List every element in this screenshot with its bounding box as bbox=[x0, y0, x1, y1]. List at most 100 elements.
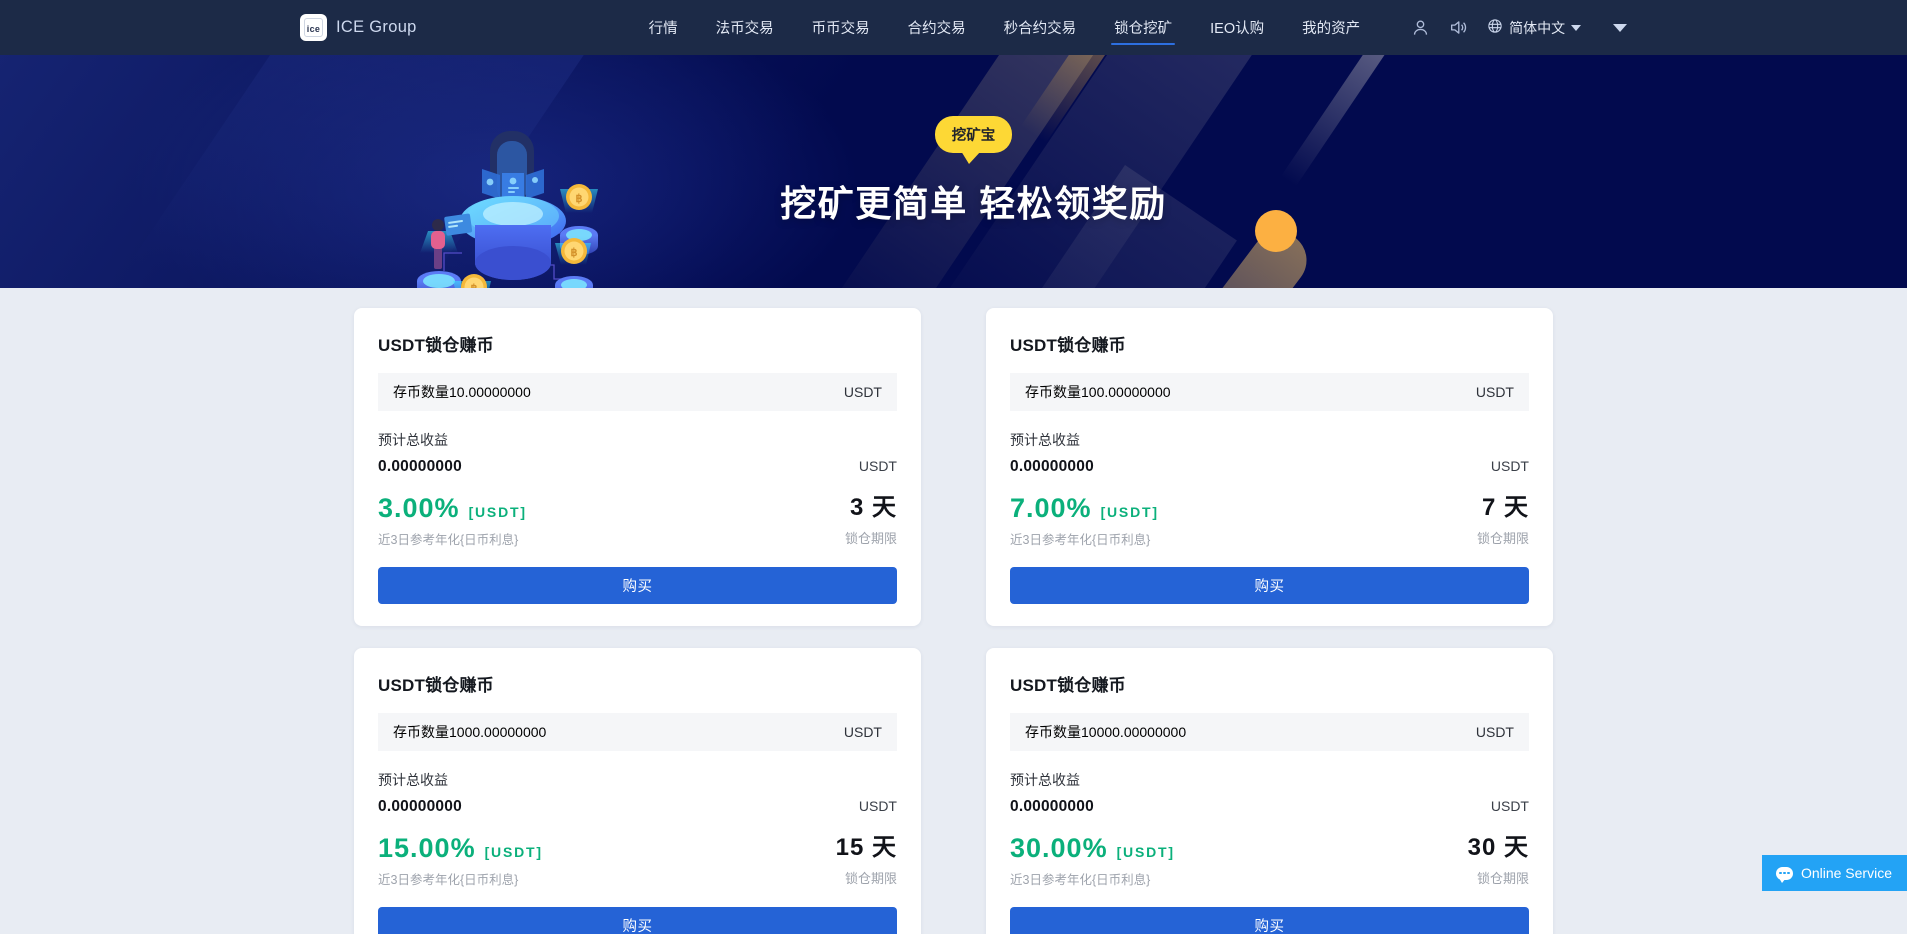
lock-days: 15 天 bbox=[835, 834, 897, 861]
rate-symbol: [USDT] bbox=[484, 844, 543, 860]
menu-chevron-down-icon[interactable] bbox=[1613, 23, 1628, 32]
rate-note: 近3日参考年化{日币利息} bbox=[378, 533, 519, 547]
lock-days: 30 天 bbox=[1467, 834, 1529, 861]
profit-value: 0.00000000 bbox=[378, 798, 462, 815]
profit-value: 0.00000000 bbox=[378, 458, 462, 475]
deposit-amount-placeholder: 存币数量100.00000000 bbox=[1025, 384, 1171, 400]
mining-card: USDT锁仓赚币 存币数量100.00000000 USDT 预计总收益 0.0… bbox=[986, 308, 1553, 626]
sound-icon[interactable] bbox=[1439, 0, 1477, 55]
brand-name: ICE Group bbox=[336, 18, 417, 36]
chevron-down-icon bbox=[1571, 24, 1582, 31]
duration-block: 30 天 锁仓期限 bbox=[1468, 835, 1529, 887]
ice-logo-icon: ice bbox=[300, 14, 327, 41]
profit-value: 0.00000000 bbox=[1010, 798, 1094, 815]
deposit-amount-input[interactable]: 存币数量10.00000000 USDT bbox=[378, 373, 897, 411]
banner-headline: 挖矿更简单 轻松领奖励 bbox=[780, 183, 1167, 224]
mining-card: USDT锁仓赚币 存币数量10.00000000 USDT 预计总收益 0.00… bbox=[354, 308, 921, 626]
rate-percent: 3.00% bbox=[378, 493, 460, 523]
rate-main: 7.00% [USDT] bbox=[1010, 495, 1159, 522]
main-nav: 行情 法币交易 币币交易 合约交易 秒合约交易 锁仓挖矿 IEO认购 我的资产 bbox=[630, 0, 1379, 55]
profit-row: 0.00000000 USDT bbox=[378, 798, 897, 816]
rate-row: 3.00% [USDT] 近3日参考年化{日币利息} 3 天 锁仓期限 bbox=[378, 495, 897, 548]
header-actions: 简体中文 bbox=[1401, 0, 1628, 55]
rate-symbol: [USDT] bbox=[468, 504, 527, 520]
nav-item-coin-trade[interactable]: 币币交易 bbox=[793, 0, 889, 55]
rate-symbol: [USDT] bbox=[1100, 504, 1159, 520]
profit-label: 预计总收益 bbox=[378, 772, 448, 788]
duration-block: 7 天 锁仓期限 bbox=[1477, 495, 1529, 547]
deposit-amount-input[interactable]: 存币数量1000.00000000 USDT bbox=[378, 713, 897, 751]
language-label: 简体中文 bbox=[1509, 19, 1566, 36]
buy-button[interactable]: 购买 bbox=[1010, 567, 1529, 604]
nav-item-contract-trade[interactable]: 合约交易 bbox=[889, 0, 985, 55]
rate-main: 3.00% [USDT] bbox=[378, 495, 527, 522]
lock-days: 3 天 bbox=[849, 494, 897, 521]
duration-block: 3 天 锁仓期限 bbox=[845, 495, 897, 547]
lock-days: 7 天 bbox=[1481, 494, 1529, 521]
profit-row: 0.00000000 USDT bbox=[378, 458, 897, 476]
online-service-label: Online Service bbox=[1800, 865, 1892, 881]
profit-label: 预计总收益 bbox=[378, 432, 448, 448]
lock-days-label: 锁仓期限 bbox=[1476, 871, 1529, 887]
profit-label: 预计总收益 bbox=[1010, 432, 1080, 448]
rate-percent: 30.00% bbox=[1010, 833, 1108, 863]
rate-block: 30.00% [USDT] 近3日参考年化{日币利息} bbox=[1010, 835, 1175, 888]
profit-value: 0.00000000 bbox=[1010, 458, 1094, 475]
deposit-amount-placeholder: 存币数量1000.00000000 bbox=[393, 724, 547, 740]
mining-card: USDT锁仓赚币 存币数量10000.00000000 USDT 预计总收益 0… bbox=[986, 648, 1553, 934]
rate-main: 15.00% [USDT] bbox=[378, 835, 543, 862]
ice-logo-text: ice bbox=[304, 18, 323, 37]
rate-note: 近3日参考年化{日币利息} bbox=[378, 873, 519, 887]
main-content: USDT锁仓赚币 存币数量10.00000000 USDT 预计总收益 0.00… bbox=[0, 288, 1907, 934]
profit-unit: USDT bbox=[1490, 458, 1529, 474]
rate-row: 15.00% [USDT] 近3日参考年化{日币利息} 15 天 锁仓期限 bbox=[378, 835, 897, 888]
online-service-button[interactable]: Online Service bbox=[1761, 855, 1907, 891]
deposit-amount-unit: USDT bbox=[1475, 724, 1514, 740]
nav-item-ieo[interactable]: IEO认购 bbox=[1191, 0, 1283, 55]
profit-unit: USDT bbox=[858, 798, 897, 814]
profit-unit: USDT bbox=[1490, 798, 1529, 814]
profit-unit: USDT bbox=[858, 458, 897, 474]
card-title: USDT锁仓赚币 bbox=[1010, 336, 1126, 355]
banner-badge: 挖矿宝 bbox=[934, 116, 1013, 164]
deposit-amount-unit: USDT bbox=[1475, 384, 1514, 400]
brand-logo-group[interactable]: ice ICE Group bbox=[300, 14, 417, 41]
rate-main: 30.00% [USDT] bbox=[1010, 835, 1175, 862]
rate-row: 30.00% [USDT] 近3日参考年化{日币利息} 30 天 锁仓期限 bbox=[1010, 835, 1529, 888]
lock-days-label: 锁仓期限 bbox=[844, 871, 897, 887]
nav-item-market[interactable]: 行情 bbox=[630, 0, 697, 55]
lock-days-label: 锁仓期限 bbox=[1476, 531, 1529, 547]
deposit-amount-input[interactable]: 存币数量10000.00000000 USDT bbox=[1010, 713, 1529, 751]
site-header: ice ICE Group 行情 法币交易 币币交易 合约交易 秒合约交易 锁仓… bbox=[0, 0, 1907, 55]
card-title: USDT锁仓赚币 bbox=[378, 336, 494, 355]
user-icon[interactable] bbox=[1401, 0, 1439, 55]
buy-button[interactable]: 购买 bbox=[378, 567, 897, 604]
deposit-amount-placeholder: 存币数量10.00000000 bbox=[393, 384, 531, 400]
rate-note: 近3日参考年化{日币利息} bbox=[1010, 533, 1151, 547]
nav-item-fiat-trade[interactable]: 法币交易 bbox=[697, 0, 793, 55]
deposit-amount-input[interactable]: 存币数量100.00000000 USDT bbox=[1010, 373, 1529, 411]
duration-block: 15 天 锁仓期限 bbox=[836, 835, 897, 887]
deposit-amount-placeholder: 存币数量10000.00000000 bbox=[1025, 724, 1187, 740]
mining-card: USDT锁仓赚币 存币数量1000.00000000 USDT 预计总收益 0.… bbox=[354, 648, 921, 934]
rate-percent: 7.00% bbox=[1010, 493, 1092, 523]
hero-banner: ฿ ฿ ฿ 挖矿宝 挖矿更简单 轻松领奖励 bbox=[0, 55, 1907, 288]
nav-item-second-contract[interactable]: 秒合约交易 bbox=[985, 0, 1096, 55]
buy-button[interactable]: 购买 bbox=[1010, 907, 1529, 934]
nav-item-my-assets[interactable]: 我的资产 bbox=[1283, 0, 1379, 55]
rate-block: 7.00% [USDT] 近3日参考年化{日币利息} bbox=[1010, 495, 1159, 548]
chat-bubble-icon bbox=[1775, 866, 1793, 883]
card-title: USDT锁仓赚币 bbox=[1010, 676, 1126, 695]
mining-product-grid: USDT锁仓赚币 存币数量10.00000000 USDT 预计总收益 0.00… bbox=[354, 308, 1553, 934]
profit-row: 0.00000000 USDT bbox=[1010, 458, 1529, 476]
buy-button[interactable]: 购买 bbox=[378, 907, 897, 934]
deposit-amount-unit: USDT bbox=[843, 724, 882, 740]
rate-symbol: [USDT] bbox=[1116, 844, 1175, 860]
nav-item-lock-mining[interactable]: 锁仓挖矿 bbox=[1095, 0, 1191, 55]
rate-row: 7.00% [USDT] 近3日参考年化{日币利息} 7 天 锁仓期限 bbox=[1010, 495, 1529, 548]
card-title: USDT锁仓赚币 bbox=[378, 676, 494, 695]
profit-row: 0.00000000 USDT bbox=[1010, 798, 1529, 816]
globe-icon bbox=[1487, 18, 1503, 37]
rate-block: 15.00% [USDT] 近3日参考年化{日币利息} bbox=[378, 835, 543, 888]
language-selector[interactable]: 简体中文 bbox=[1477, 18, 1589, 38]
